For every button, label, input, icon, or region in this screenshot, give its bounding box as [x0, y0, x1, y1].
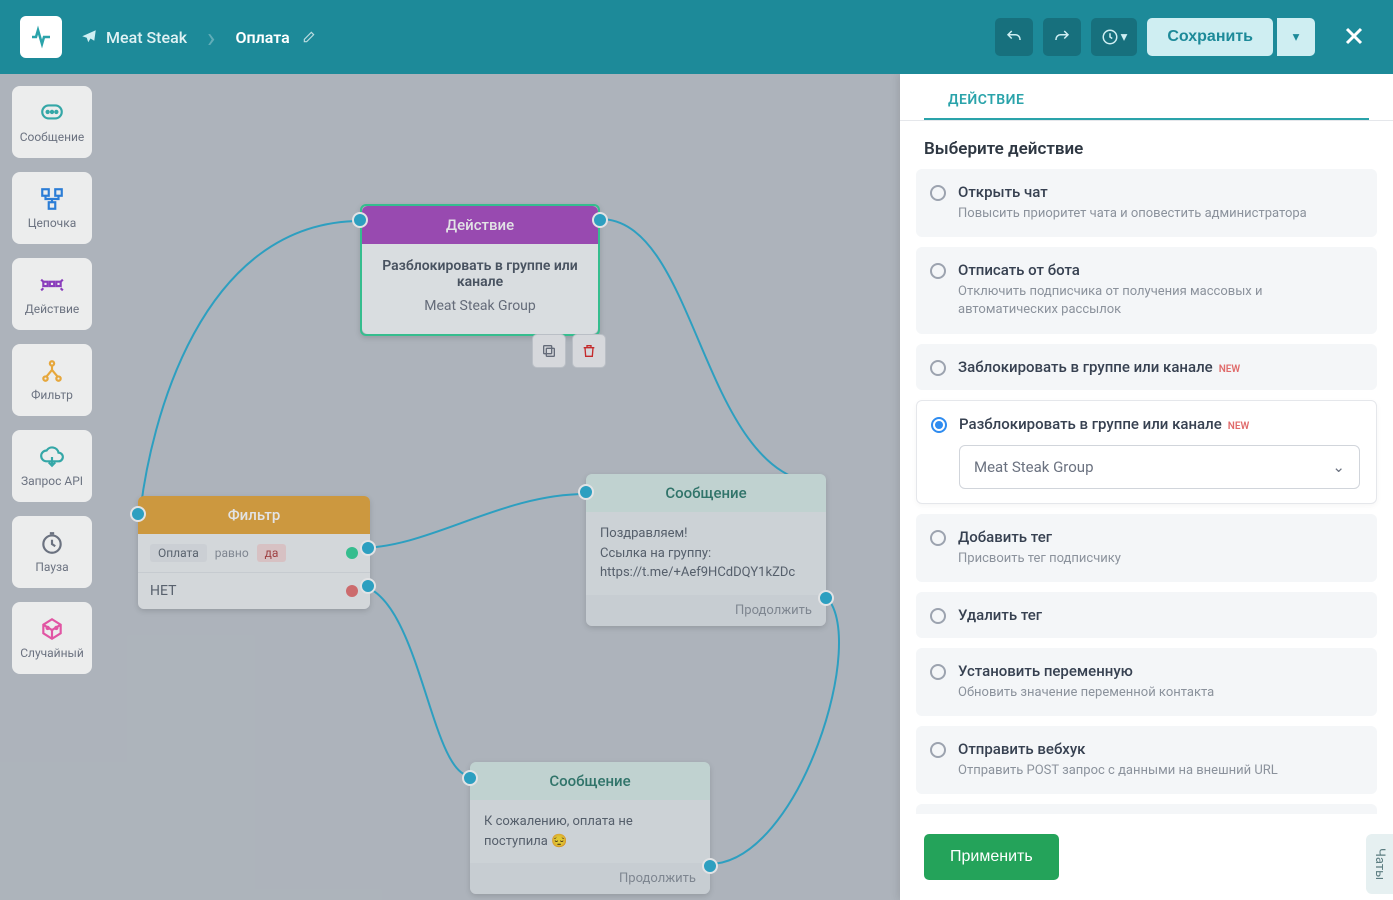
telegram-icon: [80, 28, 98, 46]
tool-palette: Сообщение Цепочка Действие Фильтр Запрос…: [12, 86, 92, 674]
apply-button[interactable]: Применить: [924, 834, 1059, 880]
port[interactable]: [462, 770, 478, 786]
save-button[interactable]: Сохранить: [1147, 18, 1273, 56]
port[interactable]: [818, 590, 834, 606]
node-message-1[interactable]: Сообщение Поздравляем! Ссылка на группу:…: [586, 474, 826, 626]
port[interactable]: [352, 212, 368, 228]
filter-row-yes[interactable]: Оплата равно да: [138, 534, 370, 573]
node-action[interactable]: Действие Разблокировать в группе или кан…: [360, 204, 600, 336]
history-button[interactable]: ▾: [1091, 18, 1138, 56]
node-action-sub: Meat Steak Group: [378, 298, 582, 314]
tool-message[interactable]: Сообщение: [12, 86, 92, 158]
tool-filter[interactable]: Фильтр: [12, 344, 92, 416]
node-message-1-continue[interactable]: Продолжить: [586, 595, 826, 626]
port[interactable]: [360, 578, 376, 594]
sidebar-tab-action[interactable]: ДЕЙСТВИЕ: [924, 74, 1369, 120]
action-add-tag[interactable]: Добавить тег Присвоить тег подписчику: [916, 514, 1377, 582]
undo-button[interactable]: [995, 18, 1033, 56]
new-badge: NEW: [1228, 421, 1250, 432]
node-action-title: Действие: [362, 206, 598, 244]
sidebar-panel: ДЕЙСТВИЕ Выберите действие Открыть чат П…: [900, 74, 1393, 900]
filter-row-no[interactable]: НЕТ: [138, 573, 370, 609]
node-message-1-body: Поздравляем! Ссылка на группу: https://t…: [586, 512, 826, 595]
tool-chain[interactable]: Цепочка: [12, 172, 92, 244]
node-filter[interactable]: Фильтр Оплата равно да НЕТ: [138, 496, 370, 609]
action-unsubscribe[interactable]: Отписать от бота Отключить подписчика от…: [916, 247, 1377, 333]
redo-button[interactable]: [1043, 18, 1081, 56]
node-message-1-title: Сообщение: [586, 474, 826, 512]
node-message-2[interactable]: Сообщение К сожалению, оплата не поступи…: [470, 762, 710, 894]
save-dropdown[interactable]: ▾: [1277, 18, 1315, 56]
node-action-heading: Разблокировать в группе или канале: [378, 258, 582, 290]
topbar: Meat Steak › Оплата ▾ Сохранить ▾: [0, 0, 1393, 74]
action-webhook[interactable]: Отправить вебхук Отправить POST запрос с…: [916, 726, 1377, 794]
flow-canvas[interactable]: Сообщение Цепочка Действие Фильтр Запрос…: [0, 74, 900, 900]
action-set-variable[interactable]: Установить переменную Обновить значение …: [916, 648, 1377, 716]
port[interactable]: [360, 540, 376, 556]
edit-icon[interactable]: [302, 30, 316, 44]
port[interactable]: [702, 858, 718, 874]
breadcrumb-bot[interactable]: Meat Steak: [80, 28, 187, 47]
action-remove-tag[interactable]: Удалить тег: [916, 592, 1377, 638]
action-unblock-group[interactable]: Разблокировать в группе или каналеNEW Me…: [916, 400, 1377, 504]
port[interactable]: [592, 212, 608, 228]
node-filter-title: Фильтр: [138, 496, 370, 534]
app-logo[interactable]: [20, 16, 62, 58]
tool-api-request[interactable]: Запрос API: [12, 430, 92, 502]
action-block-group[interactable]: Заблокировать в группе или каналеNEW: [916, 344, 1377, 390]
node-message-2-continue[interactable]: Продолжить: [470, 863, 710, 894]
tool-random[interactable]: Случайный: [12, 602, 92, 674]
sidebar-heading: Выберите действие: [900, 121, 1393, 169]
new-badge: NEW: [1219, 364, 1241, 375]
status-dot-green: [346, 547, 358, 559]
breadcrumb-separator: ›: [207, 21, 215, 54]
port[interactable]: [130, 506, 146, 522]
node-message-2-title: Сообщение: [470, 762, 710, 800]
chevron-down-icon: ⌄: [1332, 458, 1345, 476]
node-message-2-body: К сожалению, оплата не поступила 😔: [470, 800, 710, 863]
close-button[interactable]: [1335, 18, 1373, 56]
chats-side-tab[interactable]: Чаты: [1366, 834, 1393, 894]
action-open-chat[interactable]: Открыть чат Повысить приоритет чата и оп…: [916, 169, 1377, 237]
tool-action[interactable]: Действие: [12, 258, 92, 330]
tool-pause[interactable]: Пауза: [12, 516, 92, 588]
copy-node-button[interactable]: [532, 334, 566, 368]
delete-node-button[interactable]: [572, 334, 606, 368]
status-dot-red: [346, 585, 358, 597]
group-select-dropdown[interactable]: Meat Steak Group ⌄: [959, 445, 1360, 489]
breadcrumb: Meat Steak › Оплата: [80, 21, 316, 54]
port[interactable]: [578, 484, 594, 500]
action-create-deal[interactable]: Создать сделку Добавить сделку в CRM: [916, 804, 1377, 814]
breadcrumb-flow[interactable]: Оплата: [235, 28, 315, 47]
